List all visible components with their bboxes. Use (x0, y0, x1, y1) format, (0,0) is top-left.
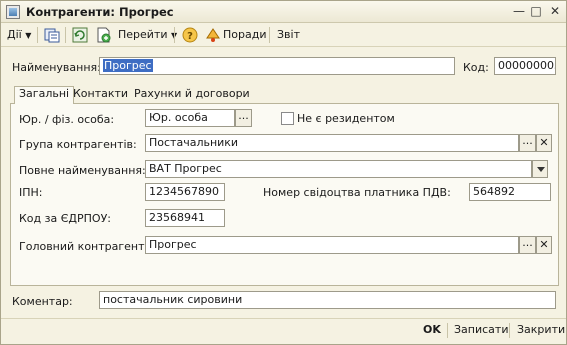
help-icon[interactable]: ? (181, 26, 199, 44)
parent-contractor-label: Головний контрагент: (19, 240, 149, 253)
toolbar: Дії ▼ Перейти ▼ ? Поради Звіт (1, 23, 566, 47)
document-link-icon[interactable] (95, 26, 113, 44)
code-label: Код: (463, 61, 489, 74)
vat-cert-field[interactable]: 564892 (469, 183, 551, 201)
full-name-label: Повне найменування: (19, 164, 146, 177)
tab-general[interactable]: Загальні (14, 86, 75, 104)
form-window-icon (6, 5, 20, 19)
code-field[interactable]: 000000003 (494, 57, 556, 75)
maximize-icon[interactable]: □ (528, 4, 544, 19)
toolbar-separator (174, 27, 175, 43)
report-button[interactable]: Звіт (277, 26, 300, 44)
footer-divider (1, 318, 566, 319)
parent-contractor-field[interactable]: Прогрес (145, 236, 519, 254)
title-bar[interactable]: Контрагенти: Прогрес — □ ✕ (1, 1, 566, 23)
save-button[interactable]: Записати (454, 323, 508, 337)
full-name-field[interactable]: ВАТ Прогрес (145, 160, 532, 178)
ok-button[interactable]: OK (423, 323, 441, 337)
edrpou-label: Код за ЄДРПОУ: (19, 212, 111, 225)
toolbar-separator (269, 27, 270, 43)
refresh-icon[interactable] (71, 26, 89, 44)
vat-cert-label: Номер свідоцтва платника ПДВ: (263, 186, 451, 199)
actions-menu-button[interactable]: Дії ▼ (7, 26, 31, 44)
group-clear-icon[interactable]: ✕ (536, 134, 552, 152)
comment-field[interactable]: постачальник сировини (99, 291, 556, 309)
group-select-button[interactable]: ... (519, 134, 536, 152)
ipn-field[interactable]: 1234567890 (145, 183, 225, 201)
footer-separator (447, 323, 448, 338)
toolbar-separator (65, 27, 66, 43)
goto-menu-label: Перейти (118, 28, 168, 41)
entity-type-label: Юр. / фіз. особа: (19, 113, 115, 126)
edrpou-field[interactable]: 23568941 (145, 209, 225, 227)
close-icon[interactable]: ✕ (547, 4, 563, 19)
tab-contacts[interactable]: Контакти (69, 87, 132, 103)
name-field-value: Прогрес (103, 59, 153, 72)
parent-contractor-clear-icon[interactable]: ✕ (536, 236, 552, 254)
tab-accounts-contracts[interactable]: Рахунки й договори (130, 87, 254, 103)
actions-menu-label: Дії (7, 28, 22, 41)
nonresident-label: Не є резидентом (297, 112, 395, 125)
svg-text:?: ? (187, 31, 193, 42)
nonresident-checkbox[interactable] (281, 112, 294, 125)
name-label: Найменування: (12, 61, 101, 74)
contractor-form-window: Контрагенти: Прогрес — □ ✕ Дії ▼ Перейти… (0, 0, 567, 345)
tips-button[interactable]: Поради (223, 26, 266, 44)
toolbar-separator (37, 27, 38, 43)
tips-icon[interactable] (204, 26, 222, 44)
full-name-dropdown-icon[interactable] (532, 160, 548, 178)
entity-type-select-button[interactable]: ... (235, 109, 252, 127)
copy-record-icon[interactable] (43, 26, 61, 44)
ipn-label: ІПН: (19, 186, 43, 199)
name-field[interactable]: Прогрес (99, 57, 455, 75)
chevron-down-icon: ▼ (25, 31, 32, 40)
footer-separator (509, 323, 510, 338)
minimize-icon[interactable]: — (511, 4, 527, 19)
window-title: Контрагенти: Прогрес (26, 5, 174, 19)
entity-type-field[interactable]: Юр. особа (145, 109, 235, 127)
comment-label: Коментар: (12, 295, 73, 308)
group-field[interactable]: Постачальники (145, 134, 519, 152)
goto-menu-button[interactable]: Перейти ▼ (118, 26, 177, 44)
group-label: Група контрагентів: (19, 138, 137, 151)
close-button[interactable]: Закрити (517, 323, 565, 337)
parent-contractor-select-button[interactable]: ... (519, 236, 536, 254)
